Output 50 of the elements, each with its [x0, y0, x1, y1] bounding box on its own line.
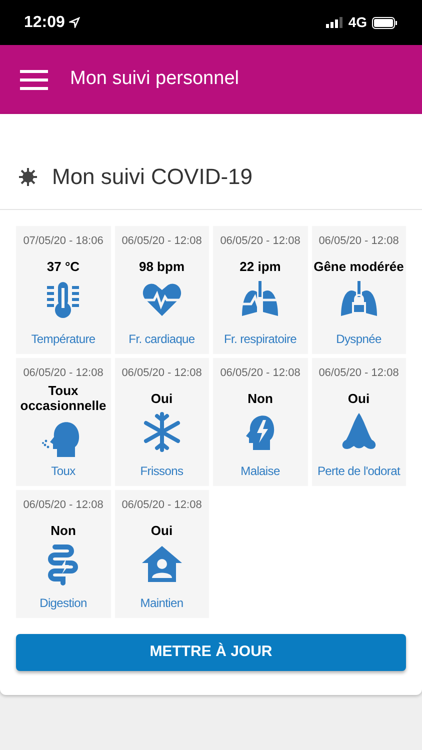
symptom-tile[interactable]: 06/05/20 - 12:08 Oui Maintien [114, 490, 209, 618]
tile-date: 06/05/20 - 12:08 [122, 366, 202, 380]
symptom-tile[interactable]: 06/05/20 - 12:08 Oui Perte de l'odorat [312, 358, 406, 486]
tile-label: Fr. respiratoire [224, 332, 297, 346]
tile-label: Dyspnée [336, 332, 382, 346]
tile-date: 06/05/20 - 12:08 [318, 366, 399, 380]
tile-value: Non [50, 522, 77, 538]
tile-label: Toux [51, 464, 76, 478]
tile-label: Malaise [240, 464, 280, 478]
section-title: Mon suivi COVID-19 [52, 163, 253, 191]
tile-value: Non [246, 390, 274, 406]
symptom-tile[interactable]: 06/05/20 - 12:08 Non Malaise [213, 358, 308, 486]
status-time: 12:09 [24, 12, 65, 32]
tile-date: 07/05/20 - 18:06 [23, 234, 104, 248]
tile-date: 06/05/20 - 12:08 [122, 234, 202, 248]
tile-label: Température [31, 332, 96, 346]
network-label: 4G [348, 13, 367, 32]
symptom-tile[interactable]: 06/05/20 - 12:08 Oui Frissons [114, 358, 209, 486]
tile-value: Oui [150, 390, 174, 406]
tile-value: Gêne modérée [312, 258, 405, 274]
tile-label: Maintien [140, 596, 184, 610]
location-icon [68, 17, 80, 28]
tile-date: 06/05/20 - 12:08 [122, 498, 202, 512]
update-button[interactable]: METTRE À JOUR [16, 634, 406, 671]
symptom-tile[interactable]: 06/05/20 - 12:08 Gêne modérée Dyspnée [312, 226, 406, 354]
tile-date: 06/05/20 - 12:08 [318, 234, 399, 248]
tile-value: 98 bpm [138, 258, 186, 274]
virus-icon [18, 166, 38, 186]
symptom-tile[interactable]: 06/05/20 - 12:08 98 bpm Fr. cardiaque [114, 226, 209, 354]
tile-date: 06/05/20 - 12:08 [220, 234, 300, 248]
tile-label: Perte de l'odorat [317, 464, 400, 478]
symptom-tile[interactable]: 06/05/20 - 12:08 Non Digestion [16, 490, 110, 618]
symptom-tile[interactable]: 06/05/20 - 12:08 Toux occasionnelle Toux [16, 358, 110, 486]
tile-label: Digestion [40, 596, 87, 610]
symptom-tile[interactable]: 06/05/20 - 12:08 22 ipm Fr. respiratoire [213, 226, 308, 354]
battery-icon [372, 16, 398, 28]
tile-date: 06/05/20 - 12:08 [23, 366, 104, 380]
tile-value: 37 °C [46, 258, 81, 274]
tile-value: Toux occasionnelle [19, 383, 108, 413]
tile-date: 06/05/20 - 12:08 [220, 366, 300, 380]
menu-icon[interactable] [20, 70, 48, 90]
tile-value: Oui [150, 522, 174, 538]
tile-value: 22 ipm [238, 258, 282, 274]
header-title: Mon suivi personnel [70, 67, 239, 92]
signal-icon [326, 17, 344, 28]
tile-date: 06/05/20 - 12:08 [23, 498, 104, 512]
symptom-tile[interactable]: 07/05/20 - 18:06 37 °C Température [16, 226, 110, 354]
tile-label: Frissons [140, 464, 184, 478]
tile-label: Fr. cardiaque [128, 332, 195, 346]
tile-value: Oui [346, 390, 371, 406]
